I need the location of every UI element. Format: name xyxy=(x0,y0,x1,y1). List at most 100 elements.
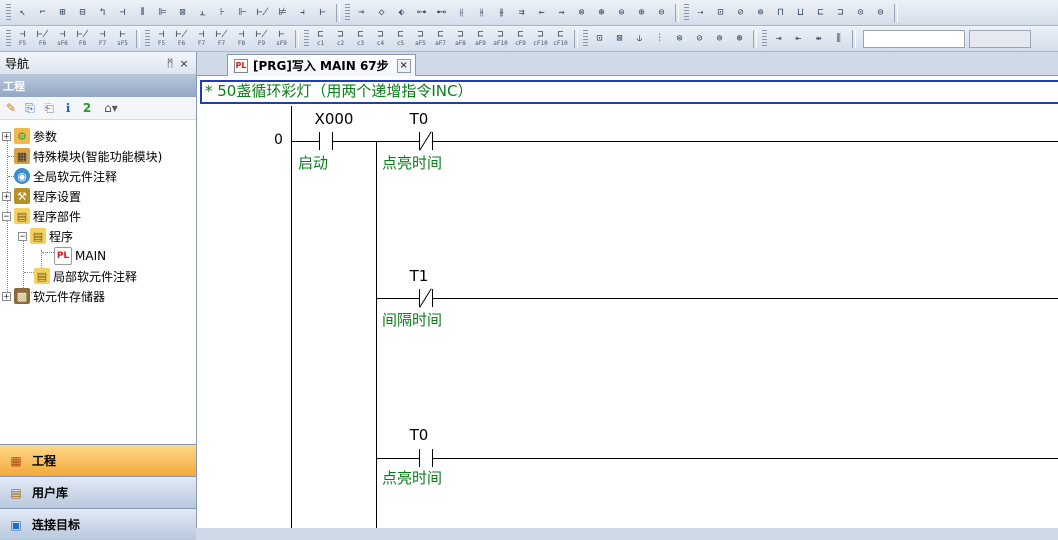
toolbar-button-icon[interactable]: ⊔ xyxy=(791,3,810,22)
tree-item-program-parts[interactable]: − ▤ 程序部件 xyxy=(2,206,81,226)
toolbar-button-icon[interactable]: ⊫ xyxy=(153,3,172,22)
toolbar-grip[interactable] xyxy=(583,29,588,48)
toolbar-input[interactable] xyxy=(863,29,965,48)
toolbar-grip[interactable] xyxy=(145,29,150,48)
tree-item-local-comment[interactable]: ▤ 局部软元件注释 xyxy=(34,266,137,286)
toolbar-grip[interactable] xyxy=(304,29,309,48)
expand-icon[interactable]: + xyxy=(2,131,11,141)
tree-item-program-setting[interactable]: + ⚒ 程序设置 xyxy=(2,186,81,206)
new-item-icon[interactable]: ✎ xyxy=(3,100,19,116)
toolbar-button-icon[interactable]: ⊣ F5 xyxy=(152,29,171,48)
toolbar-button-icon[interactable]: ⇝ xyxy=(552,3,571,22)
toolbar-button-icon[interactable]: ⫝ xyxy=(630,29,649,48)
toolbar-button-icon[interactable]: ⌐ xyxy=(33,3,52,22)
normally-open-contact[interactable] xyxy=(411,449,441,467)
toolbar-button-icon[interactable]: ⫵ xyxy=(492,3,511,22)
project-view-button[interactable]: ▦ 工程 xyxy=(0,444,196,476)
toolbar-button-icon[interactable]: ⊐ aF10 xyxy=(491,29,510,48)
toolbar-button-icon[interactable]: ⊛ xyxy=(730,29,749,48)
toolbar-input[interactable] xyxy=(969,29,1031,48)
toolbar-grip[interactable] xyxy=(6,29,11,48)
toolbar-button-icon[interactable]: ⊞ xyxy=(53,3,72,22)
toolbar-button-icon[interactable]: ⊡ xyxy=(590,29,609,48)
normally-closed-contact[interactable] xyxy=(411,288,441,308)
toolbar-button-icon[interactable]: ⊓ xyxy=(771,3,790,22)
toolbar-button-icon[interactable]: ⊗ xyxy=(670,29,689,48)
toolbar-button-icon[interactable]: ⊐ aF5 xyxy=(411,29,430,48)
refresh-icon[interactable]: 2 xyxy=(79,100,95,116)
toolbar-button-icon[interactable]: ⊏ c5 xyxy=(391,29,410,48)
toolbar-button-icon[interactable]: ⫠ xyxy=(193,3,212,22)
toolbar-button-icon[interactable]: ⊦ xyxy=(213,3,232,22)
tree-item-device-memory[interactable]: + ▩ 软元件存储器 xyxy=(2,286,105,306)
properties-icon[interactable]: ℹ xyxy=(60,100,76,116)
toolbar-button-icon[interactable]: ⊠ xyxy=(610,29,629,48)
toolbar-button-icon[interactable]: ⊏ xyxy=(811,3,830,22)
toolbar-button-icon[interactable]: ⇤ xyxy=(789,29,808,48)
toolbar-grip[interactable] xyxy=(762,29,767,48)
toolbar-button-icon[interactable]: ⊐ c2 xyxy=(331,29,350,48)
toolbar-button-icon[interactable]: ⊘ xyxy=(731,3,750,22)
toolbar-button-icon[interactable]: ⊡ xyxy=(711,3,730,22)
toolbar-button-icon[interactable]: ⊣ sF6 xyxy=(53,29,72,48)
toolbar-button-icon[interactable]: ⊐ cF10 xyxy=(531,29,550,48)
toolbar-button-icon[interactable]: ⫞ xyxy=(293,3,312,22)
user-library-button[interactable]: ▤ 用户库 xyxy=(0,476,196,508)
toolbar-button-icon[interactable]: ⫼ xyxy=(829,29,848,48)
normally-open-contact[interactable] xyxy=(311,132,341,150)
toolbar-button-icon[interactable]: ⊬ F6 xyxy=(33,29,52,48)
tab-main-program[interactable]: PL [PRG]写入 MAIN 67步 × xyxy=(227,54,416,76)
toolbar-button-icon[interactable]: ⬖ xyxy=(392,3,411,22)
toolbar-button-icon[interactable]: ⊐ aF8 xyxy=(451,29,470,48)
toolbar-button-icon[interactable]: ⊣ xyxy=(113,3,132,22)
toolbar-button-icon[interactable]: ⊶ xyxy=(412,3,431,22)
tree-item-program[interactable]: − ▤ 程序 xyxy=(18,226,73,246)
toolbar-button-icon[interactable]: ⊛ xyxy=(592,3,611,22)
toolbar-button-icon[interactable]: ⊟ xyxy=(73,3,92,22)
toolbar-button-icon[interactable]: ⊠ xyxy=(173,3,192,22)
copy-icon[interactable]: ⎘ xyxy=(22,100,38,116)
toolbar-button-icon[interactable]: ⫴ xyxy=(133,3,152,22)
toolbar-button-icon[interactable]: ⊙ xyxy=(851,3,870,22)
statement-comment[interactable]: * 50盏循环彩灯（用两个递增指令INC） xyxy=(200,80,1058,104)
toolbar-button-icon[interactable]: ↰ xyxy=(93,3,112,22)
toolbar-button-icon[interactable]: ⊣ F7 xyxy=(192,29,211,48)
toolbar-button-icon[interactable]: ⇹ xyxy=(809,29,828,48)
toolbar-button-icon[interactable]: ⊢ sF5 xyxy=(113,29,132,48)
toolbar-grip[interactable] xyxy=(6,3,11,22)
expand-icon[interactable]: + xyxy=(2,291,11,301)
normally-closed-contact[interactable] xyxy=(411,131,441,151)
toolbar-button-icon[interactable]: ⊕ xyxy=(632,3,651,22)
expand-icon[interactable]: + xyxy=(2,191,11,201)
toolbar-button-icon[interactable]: ⊏ aF9 xyxy=(471,29,490,48)
toolbar-button-icon[interactable]: ⊘ xyxy=(690,29,709,48)
toolbar-button-icon[interactable]: ⊭ xyxy=(273,3,292,22)
toolbar-button-icon[interactable]: ⊬ F6 xyxy=(172,29,191,48)
toolbar-button-icon[interactable]: ⇥ xyxy=(769,29,788,48)
toolbar-button-icon[interactable]: ⊢ sF9 xyxy=(272,29,291,48)
toolbar-button-icon[interactable]: ⊬ xyxy=(253,3,272,22)
toolbar-button-icon[interactable]: ⊖ xyxy=(652,3,671,22)
toolbar-button-icon[interactable]: ⊣ F5 xyxy=(13,29,32,48)
collapse-icon[interactable]: − xyxy=(18,231,27,241)
toolbar-button-icon[interactable]: ⇜ xyxy=(532,3,551,22)
toolbar-button-icon[interactable]: ⊬ F7 xyxy=(212,29,231,48)
toolbar-button-icon[interactable]: ⊏ c1 xyxy=(311,29,330,48)
toolbar-button-icon[interactable]: ⫶ xyxy=(650,29,669,48)
toolbar-button-icon[interactable]: ⊗ xyxy=(572,3,591,22)
view-menu-icon[interactable]: ⌂▾ xyxy=(98,100,124,116)
pin-icon[interactable]: ᛗ xyxy=(163,57,177,70)
toolbar-button-icon[interactable]: ⊜ xyxy=(612,3,631,22)
connection-destination-button[interactable]: ▣ 连接目标 xyxy=(0,508,196,540)
toolbar-button-icon[interactable]: ⊬ F8 xyxy=(73,29,92,48)
toolbar-button-icon[interactable]: ⊣ F8 xyxy=(232,29,251,48)
toolbar-button-icon[interactable]: ⇉ xyxy=(512,3,531,22)
toolbar-button-icon[interactable]: ⊚ xyxy=(710,29,729,48)
toolbar-button-icon[interactable]: ↖ xyxy=(13,3,32,22)
paste-icon[interactable]: ⎗ xyxy=(41,100,57,116)
toolbar-grip[interactable] xyxy=(345,3,350,22)
toolbar-button-icon[interactable]: ⊏ aF7 xyxy=(431,29,450,48)
toolbar-button-icon[interactable]: ⊏ cF10 xyxy=(551,29,570,48)
collapse-icon[interactable]: − xyxy=(2,211,11,221)
tree-item-global-comment[interactable]: ◉ 全局软元件注释 xyxy=(14,166,117,186)
